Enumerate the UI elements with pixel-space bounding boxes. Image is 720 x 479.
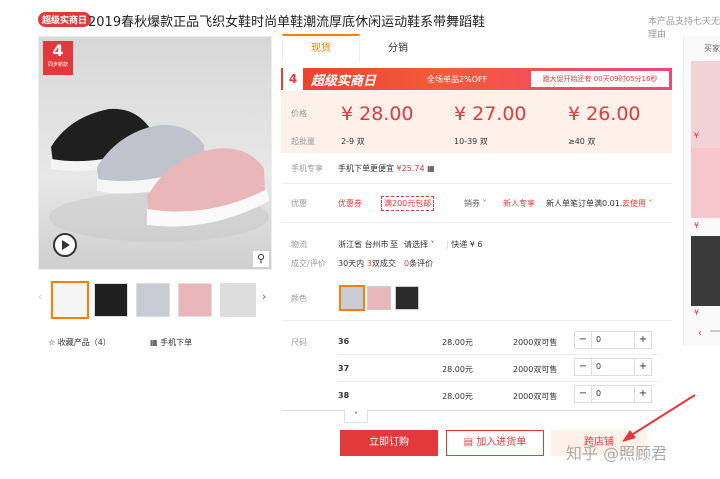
order-now-button[interactable]: 立即订购 — [340, 430, 438, 456]
promo-banner: 4 超级实商日 全场单品2%OFF 跑大促开始还有 00天09时05分16秒 — [281, 68, 672, 90]
mobile-order-link[interactable]: ▦ 手机下单 — [150, 337, 192, 348]
shoes-illustration — [49, 108, 269, 242]
new-user-tag: 新人专享 — [503, 199, 535, 208]
divider — [281, 222, 672, 223]
color-option-grey[interactable] — [339, 285, 365, 311]
ship-to-icon: 至 — [390, 240, 398, 249]
ship-from: 浙江省 台州市 — [338, 240, 389, 249]
sales-dropdown[interactable]: 销券 ˅ — [464, 198, 487, 209]
reviews-label: 成交/评价 — [291, 259, 326, 268]
recommend-item-image[interactable] — [691, 236, 720, 306]
plus-button[interactable]: + — [634, 359, 651, 375]
favorite-link[interactable]: ☆ 收藏产品（4） — [48, 337, 111, 348]
divider — [338, 354, 660, 355]
divider — [338, 381, 660, 382]
thumbs-next-arrow[interactable]: › — [262, 290, 266, 303]
qrcode-icon: ▦ — [150, 338, 158, 347]
recommend-price: ¥ — [694, 131, 700, 140]
mobile-label: 手机专享 — [291, 164, 323, 173]
tier-price: ¥ 28.00 — [341, 103, 414, 125]
size-price: 28.00元 — [442, 392, 473, 401]
thumbnail-3[interactable] — [136, 283, 170, 317]
ship-to-select[interactable]: 请选择 ˅ — [404, 239, 435, 250]
chevron-down-icon: ˅ — [354, 411, 358, 420]
size-price: 28.00元 — [442, 338, 473, 347]
sidebar-title: 买家 — [704, 44, 720, 53]
price-label: 价格 — [291, 109, 307, 118]
qrcode-icon[interactable]: ▦ — [427, 164, 435, 173]
qty-label: 起批量 — [291, 137, 315, 146]
chevron-down-icon: ˅ — [482, 199, 487, 208]
minus-button[interactable]: − — [575, 332, 592, 348]
use-coupon-link[interactable]: 去使用 ˅ — [622, 198, 653, 209]
size-value: 38 — [338, 391, 350, 400]
sidebar-prev-arrow[interactable]: ‹ — [698, 328, 702, 339]
thumbnail-1[interactable] — [51, 281, 89, 319]
sidebar-page-indicator — [710, 330, 720, 332]
main-product-image[interactable]: 4 同步新款 ⚲ — [38, 36, 272, 270]
size-value: 37 — [338, 364, 350, 373]
size-stock: 2000双可售 — [513, 365, 558, 374]
product-title: 2019春秋爆款正品飞织女鞋时尚单鞋潮流厚底休闲运动鞋系带舞蹈鞋 — [88, 15, 486, 30]
play-icon — [62, 240, 70, 250]
star-icon: ☆ — [48, 338, 56, 347]
quantity-input[interactable]: 0 — [592, 359, 634, 375]
coupon-tag[interactable]: 满200元包邮 — [381, 196, 435, 211]
express-fee: | 快递 ¥ 6 — [446, 240, 483, 249]
tier-price: ¥ 26.00 — [568, 103, 641, 125]
size-value: 36 — [338, 337, 350, 346]
play-video-button[interactable] — [53, 233, 77, 257]
size-stock: 2000双可售 — [513, 392, 558, 401]
thumbnail-5[interactable] — [220, 283, 256, 317]
recommend-price: ¥ — [694, 221, 700, 230]
promo-countdown: 跑大促开始还有 00天09时05分16秒 — [531, 71, 669, 87]
chevron-down-icon: ˅ — [648, 199, 653, 208]
recommend-item-image[interactable] — [691, 61, 720, 161]
tier-range: ≥40 双 — [568, 137, 596, 146]
expand-sizes-toggle[interactable]: ˅ — [344, 410, 368, 423]
size-label: 尺码 — [291, 338, 307, 347]
tier-price: ¥ 27.00 — [454, 103, 527, 125]
discount-label: 优惠 — [291, 199, 307, 208]
divider — [281, 320, 672, 321]
promo-badge: 4 — [283, 68, 303, 90]
tier-range: 10-39 双 — [454, 137, 488, 146]
plus-button[interactable]: + — [634, 332, 651, 348]
color-label: 颜色 — [291, 294, 307, 303]
shipping-label: 物流 — [291, 240, 307, 249]
cart-icon: ▤ — [463, 437, 474, 448]
quantity-stepper[interactable]: − 0 + — [574, 331, 652, 349]
divider — [281, 183, 672, 184]
promo-title: 超级实商日 — [311, 74, 377, 89]
tab-in-stock[interactable]: 现货 — [282, 34, 360, 62]
promo-discount: 全场单品2%OFF — [427, 75, 488, 84]
size-stock: 2000双可售 — [513, 338, 558, 347]
quantity-stepper[interactable]: − 0 + — [574, 358, 652, 376]
recommend-sidebar: 买家 ¥ ¥ ¥ ‹ — [683, 36, 720, 346]
quantity-input[interactable]: 0 — [592, 332, 634, 348]
thumbs-prev-arrow[interactable]: ‹ — [38, 290, 42, 303]
thumbnail-4[interactable] — [178, 283, 212, 317]
color-option-pink[interactable] — [367, 286, 391, 310]
new-user-text: 新人单笔订单满0.01... — [546, 199, 628, 208]
size-price: 28.00元 — [442, 365, 473, 374]
chevron-down-icon: ˅ — [430, 240, 435, 249]
thumbnail-2[interactable] — [94, 283, 128, 317]
minus-button[interactable]: − — [575, 386, 592, 402]
mobile-offer: 手机下单更便宜 ¥25.74 ▦ — [338, 164, 435, 173]
super-day-badge: 超级实商日 — [38, 12, 92, 27]
tier-range: 2-9 双 — [341, 137, 365, 146]
recommend-item-image[interactable] — [691, 148, 720, 218]
recommend-price: ¥ — [694, 308, 700, 317]
watermark: 知乎 @照顾君 — [566, 444, 668, 463]
add-to-cart-button[interactable]: ▤ 加入进货单 — [446, 430, 544, 456]
review-count[interactable]: 0条评价 — [404, 258, 433, 269]
minus-button[interactable]: − — [575, 359, 592, 375]
coupon-link[interactable]: 优惠券 — [338, 198, 362, 209]
zoom-icon[interactable]: ⚲ — [253, 251, 269, 267]
price-panel: 价格 起批量 ¥ 28.00 2-9 双 ¥ 27.00 10-39 双 ¥ 2… — [281, 91, 672, 153]
tab-distribution[interactable]: 分销 — [360, 36, 436, 62]
sold-count: 30天内 3双成交 — [338, 259, 396, 268]
color-option-black[interactable] — [395, 286, 419, 310]
